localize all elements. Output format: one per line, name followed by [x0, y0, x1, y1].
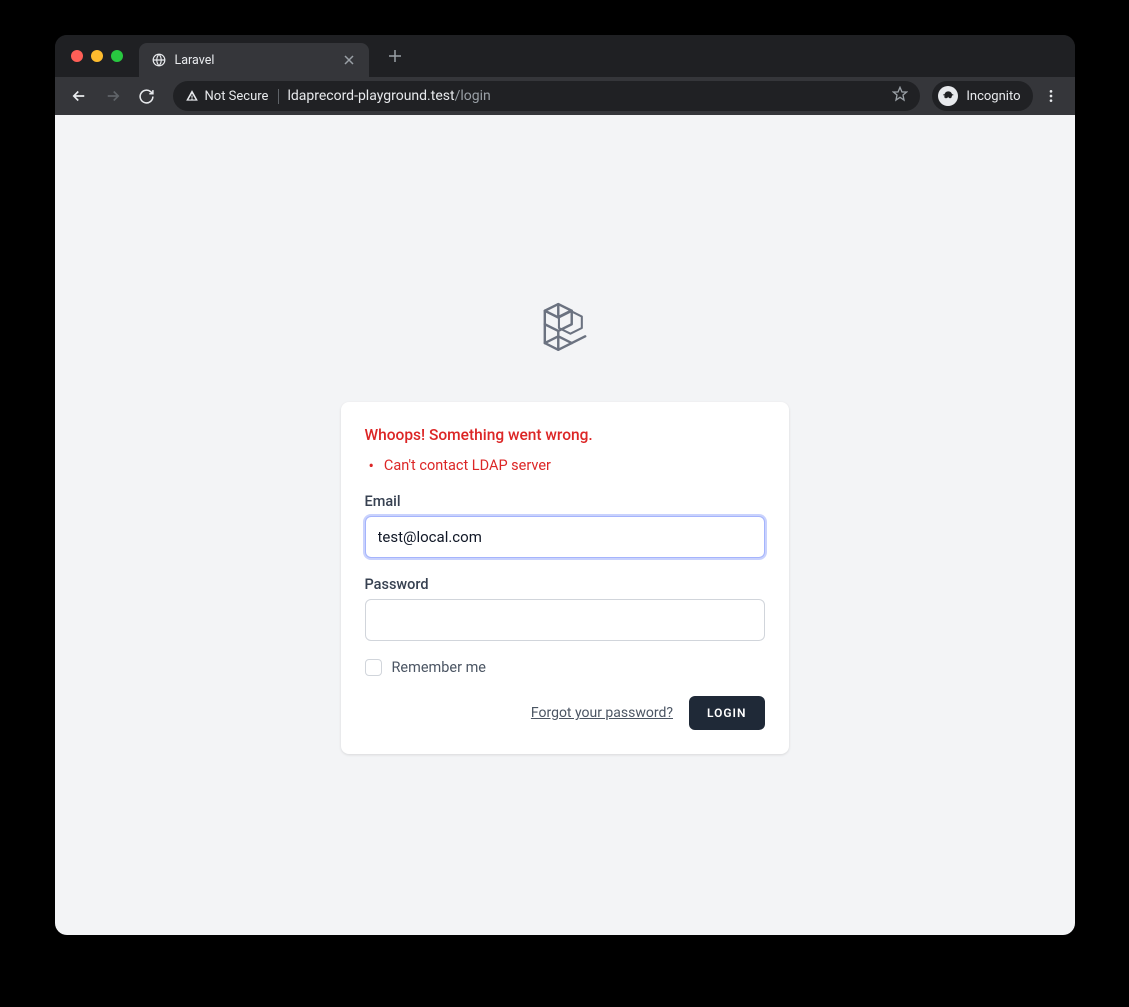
tab-bar: Laravel: [55, 35, 1075, 77]
browser-window: Laravel: [55, 35, 1075, 935]
error-list: Can't contact LDAP server: [365, 456, 765, 475]
forward-button[interactable]: [99, 82, 127, 110]
login-button[interactable]: LOGIN: [689, 696, 765, 730]
email-field[interactable]: [365, 516, 765, 558]
form-actions: Forgot your password? LOGIN: [365, 696, 765, 730]
remember-me-checkbox[interactable]: [365, 659, 382, 676]
warning-icon: [185, 89, 199, 103]
incognito-icon: [938, 86, 958, 106]
address-bar[interactable]: Not Secure ldaprecord-playground.test/lo…: [173, 81, 921, 111]
browser-tab[interactable]: Laravel: [139, 43, 369, 77]
incognito-badge[interactable]: Incognito: [932, 81, 1032, 111]
bookmark-button[interactable]: [892, 86, 908, 106]
page-content: Whoops! Something went wrong. Can't cont…: [55, 115, 1075, 935]
forgot-password-link[interactable]: Forgot your password?: [531, 705, 673, 721]
security-indicator[interactable]: Not Secure: [185, 89, 280, 104]
url-text: ldaprecord-playground.test/login: [287, 88, 884, 104]
password-field[interactable]: [365, 599, 765, 641]
security-label: Not Secure: [205, 89, 269, 104]
remember-me-row: Remember me: [365, 659, 765, 676]
close-window-button[interactable]: [71, 50, 83, 62]
remember-me-label: Remember me: [392, 659, 487, 676]
browser-toolbar: Not Secure ldaprecord-playground.test/lo…: [55, 77, 1075, 115]
new-tab-button[interactable]: [381, 42, 409, 70]
error-item: Can't contact LDAP server: [365, 456, 765, 475]
laravel-logo-icon: [530, 300, 600, 374]
close-tab-button[interactable]: [341, 52, 357, 68]
globe-icon: [151, 52, 167, 68]
browser-menu-button[interactable]: [1037, 82, 1065, 110]
reload-button[interactable]: [133, 82, 161, 110]
tab-title: Laravel: [175, 53, 333, 68]
back-button[interactable]: [65, 82, 93, 110]
window-controls: [71, 50, 123, 62]
maximize-window-button[interactable]: [111, 50, 123, 62]
login-card: Whoops! Something went wrong. Can't cont…: [341, 402, 789, 754]
incognito-label: Incognito: [966, 89, 1020, 104]
error-title: Whoops! Something went wrong.: [365, 426, 765, 444]
email-label: Email: [365, 493, 765, 510]
password-label: Password: [365, 576, 765, 593]
minimize-window-button[interactable]: [91, 50, 103, 62]
